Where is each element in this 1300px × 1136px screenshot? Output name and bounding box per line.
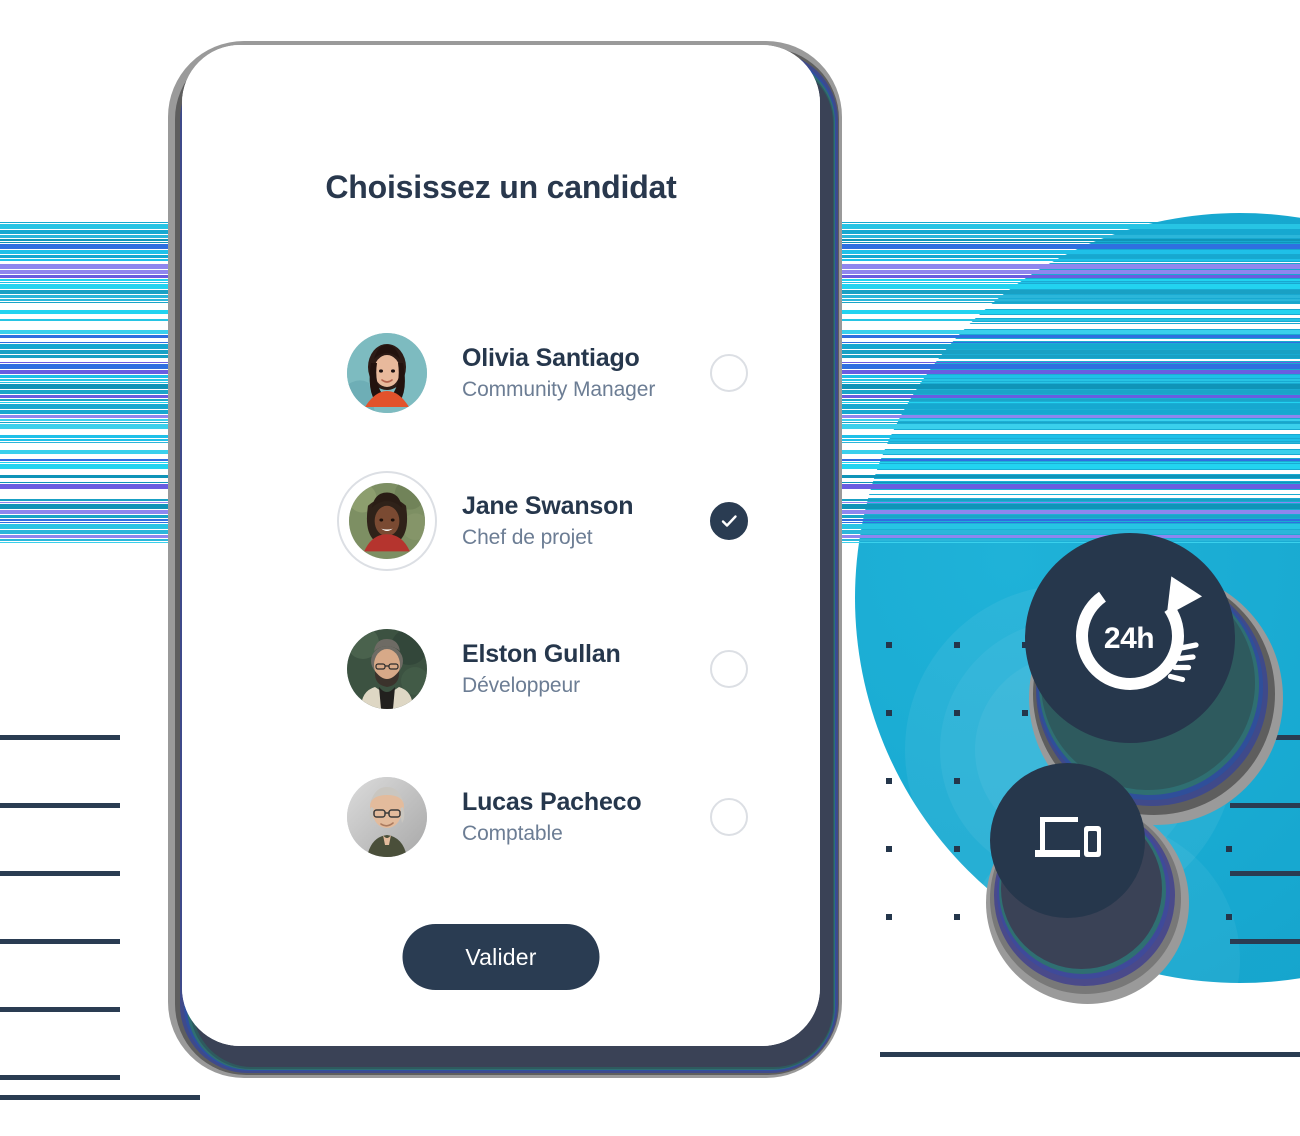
grid-dot <box>1226 846 1232 852</box>
decor-rule-left <box>0 803 120 808</box>
decor-rule-left <box>0 939 120 944</box>
decor-rule-right <box>1230 803 1300 808</box>
check-icon <box>721 515 737 527</box>
decor-rule-right <box>1230 871 1300 876</box>
phone-mockup: Choisissez un candidat Olivia Santiago C… <box>150 27 850 1092</box>
devices-badge[interactable] <box>990 763 1145 918</box>
grid-dot <box>954 914 960 920</box>
candidate-row[interactable]: Olivia Santiago Community Manager <box>182 299 820 447</box>
decor-rule-left <box>0 871 120 876</box>
grid-dot <box>886 914 892 920</box>
candidate-name: Elston Gullan <box>462 639 621 668</box>
candidate-row[interactable]: Elston Gullan Développeur <box>182 595 820 743</box>
grid-dot <box>886 778 892 784</box>
candidate-role: Développeur <box>462 673 580 697</box>
candidate-role: Chef de projet <box>462 525 593 549</box>
app-screen: Choisissez un candidat Olivia Santiago C… <box>182 45 820 1046</box>
decor-rule-left <box>0 735 120 740</box>
page-title: Choisissez un candidat <box>325 169 677 205</box>
candidate-role: Community Manager <box>462 377 656 401</box>
photo-elston-gullan <box>347 629 427 709</box>
validate-button[interactable]: Valider <box>402 924 600 990</box>
candidate-name: Olivia Santiago <box>462 343 640 372</box>
candidate-row[interactable]: Jane Swanson Chef de projet <box>182 447 820 595</box>
avatar <box>337 767 437 867</box>
laptop-phone-icon <box>1032 809 1104 872</box>
decor-rule-long <box>880 1052 1300 1057</box>
grid-dot <box>954 642 960 648</box>
avatar <box>337 323 437 423</box>
candidate-row[interactable]: Lucas Pacheco Comptable <box>182 743 820 891</box>
candidate-radio[interactable] <box>710 502 748 540</box>
decor-rule-long <box>0 1095 200 1100</box>
grid-dot <box>886 846 892 852</box>
candidate-role: Comptable <box>462 821 563 845</box>
grid-dot <box>954 710 960 716</box>
phone-body: Choisissez un candidat Olivia Santiago C… <box>182 45 820 1046</box>
candidate-radio[interactable] <box>710 650 748 688</box>
grid-dot <box>1226 914 1232 920</box>
candidate-name: Jane Swanson <box>462 491 634 520</box>
grid-dot <box>954 846 960 852</box>
decor-rule-right <box>1230 939 1300 944</box>
grid-dot <box>954 778 960 784</box>
candidate-radio[interactable] <box>710 798 748 836</box>
photo-lucas-pacheco <box>347 777 427 857</box>
turnaround-badge[interactable]: 24h <box>1025 533 1235 743</box>
grid-dot <box>886 642 892 648</box>
decor-rule-left <box>0 1075 120 1080</box>
candidate-name: Lucas Pacheco <box>462 787 642 816</box>
avatar <box>337 619 437 719</box>
photo-jane-swanson <box>349 483 425 559</box>
grid-dot <box>886 710 892 716</box>
candidate-list: Olivia Santiago Community Manager Jane S… <box>182 299 820 891</box>
photo-olivia-santiago <box>347 333 427 413</box>
turnaround-badge-label: 24h <box>1103 622 1155 656</box>
candidate-radio[interactable] <box>710 354 748 392</box>
avatar <box>337 471 437 571</box>
screenshot-stage: Choisissez un candidat Olivia Santiago C… <box>0 0 1300 1136</box>
grid-dot <box>1022 710 1028 716</box>
decor-rule-left <box>0 1007 120 1012</box>
